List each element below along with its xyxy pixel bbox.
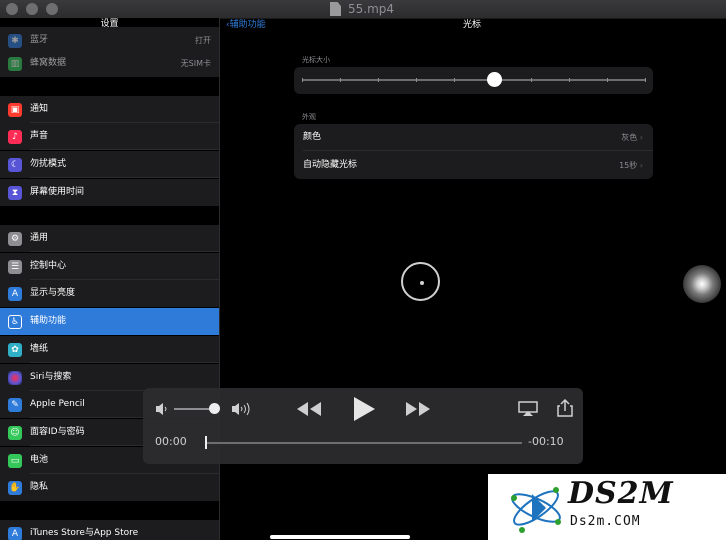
sidebar-item-label: iTunes Store与App Store [30,528,139,538]
document-icon [330,2,341,16]
back-label: 辅助功能 [229,20,266,30]
option-value: 15秒 › [619,161,643,170]
sidebar-item-display[interactable]: A 显示与亮度 [0,280,219,307]
sidebar-item-notifications[interactable]: ▣ 通知 [0,96,219,123]
sidebar-item-siri[interactable]: Siri与搜索 [0,364,219,391]
slider-tick [645,78,646,82]
slider-tick [531,78,532,82]
sidebar-item-label: Siri与搜索 [30,372,72,382]
sidebar-item-do-not-disturb[interactable]: ☾ 勿扰模式 [0,151,219,178]
watermark-site-text: Ds2m.COM [570,514,641,529]
volume-high-icon[interactable] [230,401,254,417]
sidebar-item-label: 面容ID与密码 [30,427,85,437]
watermark: DS2M Ds2m.COM [488,474,726,540]
option-label: 自动隐藏光标 [303,160,358,170]
cursor-size-slider[interactable] [302,79,645,81]
option-label: 颜色 [303,132,322,142]
play-icon[interactable] [350,395,378,423]
sidebar-item-control-center[interactable]: ☰ 控制中心 [0,253,219,280]
cellular-icon: ▥ [8,57,22,71]
sidebar-item-general[interactable]: ⚙ 通用 [0,225,219,252]
assistive-touch-button[interactable] [683,265,721,303]
sidebar-item-label: 隐私 [30,482,49,492]
slider-tick [378,78,379,82]
atom-logo [511,487,561,533]
sidebar-item-label: 电池 [30,455,49,465]
sidebar-item-label: 显示与亮度 [30,288,76,298]
pointer-cursor-icon [401,262,440,301]
window-title: 55.mp4 [348,2,395,16]
cursor-size-slider-thumb[interactable] [487,72,502,87]
switches-icon: ☰ [8,260,22,274]
sidebar-item-label: 控制中心 [30,261,67,271]
minimize-window-button[interactable] [26,3,38,15]
slider-tick [302,78,303,82]
cursor-size-card [294,67,653,94]
volume-low-icon[interactable] [154,401,170,417]
pencil-icon: ✎ [8,398,22,412]
appstore-icon: A [8,527,22,540]
brightness-icon: A [8,287,22,301]
sidebar-item-screen-time[interactable]: ⧗ 屏幕使用时间 [0,179,219,206]
sidebar-item-label: 勿扰模式 [30,159,67,169]
bluetooth-icon: ✱ [8,34,22,48]
playback-playhead[interactable] [205,436,207,449]
appearance-card: 颜色 灰色 › 自动隐藏光标 15秒 › [294,124,653,179]
back-button[interactable]: ‹辅助功能 [226,17,266,30]
hourglass-icon: ⧗ [8,186,22,200]
slider-tick [416,78,417,82]
slider-tick [454,78,455,82]
share-icon[interactable] [557,399,573,417]
section-header-size: 光标大小 [302,56,330,64]
sidebar-item-label: 辅助功能 [30,316,67,326]
zoom-window-button[interactable] [46,3,58,15]
watermark-logo-text: DS2M [568,476,674,511]
accessibility-icon: ♿ [8,315,22,329]
chevron-right-icon: › [639,161,643,170]
section-header-appearance: 外观 [302,113,316,121]
sidebar-item-accessibility[interactable]: ♿ 辅助功能 [0,308,219,335]
remaining-time: -00:10 [528,435,564,448]
sidebar-item-label: 通用 [30,233,49,243]
notification-icon: ▣ [8,103,22,117]
moon-icon: ☾ [8,158,22,172]
slider-tick [569,78,570,82]
color-option-row[interactable]: 颜色 灰色 › [294,124,653,151]
chevron-right-icon: › [639,133,643,142]
sidebar-item-app-store[interactable]: A iTunes Store与App Store [0,520,219,540]
faceid-icon: ☺ [8,426,22,440]
sidebar-item-value: 无SIM卡 [180,59,211,68]
sidebar-item-label: 墙纸 [30,344,49,354]
current-time: 00:00 [155,435,187,448]
window-titlebar: 55.mp4 [0,0,726,19]
option-value: 灰色 › [621,133,643,142]
hand-icon: ✋ [8,481,22,495]
close-window-button[interactable] [6,3,18,15]
gear-icon: ⚙ [8,232,22,246]
volume-slider-thumb[interactable] [209,403,220,414]
siri-icon [8,371,22,385]
sidebar-item-label: 通知 [30,104,49,114]
sidebar-item-label: Apple Pencil [30,399,85,409]
fast-forward-icon[interactable] [404,400,432,418]
sidebar-item-label: 蜂窝数据 [30,58,67,68]
sidebar-item-label: 声音 [30,131,49,141]
flower-icon: ✿ [8,343,22,357]
playback-progress-bar[interactable] [206,442,522,444]
home-indicator[interactable] [270,535,410,539]
sidebar-item-sounds[interactable]: ♪ 声音 [0,123,219,150]
auto-hide-option-row[interactable]: 自动隐藏光标 15秒 › [294,152,653,179]
page-title: 光标 [463,20,482,30]
rewind-icon[interactable] [295,400,323,418]
sidebar-item-cellular[interactable]: ▥ 蜂窝数据 无SIM卡 [0,50,219,77]
sidebar-item-wallpaper[interactable]: ✿ 墙纸 [0,336,219,363]
sidebar-item-privacy[interactable]: ✋ 隐私 [0,474,219,501]
airplay-icon[interactable] [518,401,538,417]
slider-tick [607,78,608,82]
battery-icon: ▭ [8,454,22,468]
sound-icon: ♪ [8,130,22,144]
slider-tick [340,78,341,82]
sidebar-item-label: 屏幕使用时间 [30,187,85,197]
